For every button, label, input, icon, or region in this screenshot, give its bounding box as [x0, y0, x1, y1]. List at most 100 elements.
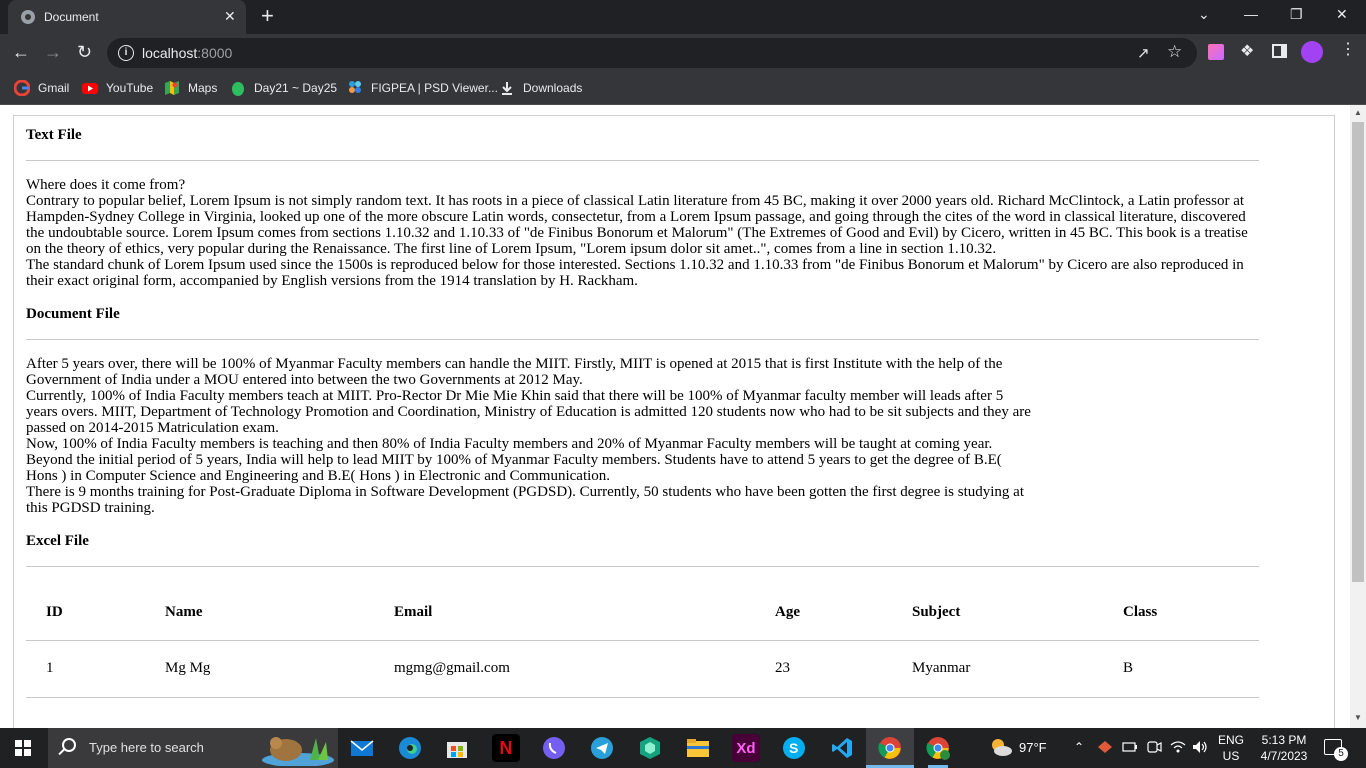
bookmark-label: Day21 ~ Day25	[254, 81, 338, 95]
table-cell	[145, 697, 374, 728]
divider	[26, 339, 1259, 340]
bookmark-downloads[interactable]: Downloads	[499, 79, 582, 97]
scroll-up-arrow-icon[interactable]: ▲	[1354, 108, 1362, 117]
language-code: ENG	[1217, 733, 1244, 747]
scroll-down-arrow-icon[interactable]: ▼	[1354, 713, 1362, 722]
adobe-xd-icon[interactable]: Xd	[732, 734, 760, 762]
shield-app-icon[interactable]	[636, 734, 664, 762]
document-file-paragraph: After 5 years over, there will be 100% o…	[26, 356, 1003, 388]
svg-text:S: S	[789, 740, 798, 756]
document-file-paragraph: Now, 100% of India Faculty members is te…	[26, 436, 1002, 484]
page-scrollbar[interactable]: ▲ ▼	[1350, 105, 1366, 728]
menu-icon[interactable]: ⋮	[1340, 42, 1356, 58]
bookmark-label: YouTube	[106, 81, 154, 95]
share-icon[interactable]: ↗	[1137, 44, 1150, 62]
url-text: localhost:8000	[142, 45, 233, 61]
meet-now-icon[interactable]	[1146, 740, 1162, 757]
language-indicator[interactable]: ENG US	[1216, 732, 1246, 764]
section-heading-excel-file: Excel File	[26, 533, 89, 549]
profile-avatar[interactable]	[1301, 41, 1323, 63]
table-cell: B	[1103, 640, 1259, 698]
notification-center-icon[interactable]: 5	[1324, 739, 1348, 761]
divider	[26, 566, 1259, 567]
tab-title: Document	[44, 10, 99, 24]
globe-icon	[21, 10, 35, 24]
notification-count-badge: 5	[1334, 747, 1348, 761]
vscode-icon[interactable]	[828, 734, 856, 762]
clock-time: 5:13 PM	[1261, 733, 1307, 747]
windows-start-icon[interactable]	[15, 740, 31, 756]
new-tab-button[interactable]: +	[261, 5, 274, 27]
table-header-row: ID Name Email Age Subject Class	[26, 585, 1259, 641]
table-cell	[26, 697, 145, 728]
viber-icon[interactable]	[540, 734, 568, 762]
mail-icon[interactable]	[348, 734, 376, 762]
evernote-icon	[230, 80, 246, 96]
bookmark-figpea[interactable]: FIGPEA | PSD Viewer...	[347, 79, 498, 97]
telegram-icon[interactable]	[588, 734, 616, 762]
scrollbar-thumb[interactable]	[1352, 122, 1364, 582]
windows-taskbar: Type here to search N Xd S 97°F ⌃ ENG US…	[0, 728, 1366, 768]
reload-button[interactable]: ↻	[77, 42, 92, 62]
weather-icon[interactable]	[988, 736, 1014, 761]
battery-icon[interactable]	[1122, 740, 1138, 757]
document-file-paragraph: Currently, 100% of India Faculty members…	[26, 388, 1031, 436]
tab-close-button[interactable]: ✕	[224, 8, 236, 24]
netflix-icon[interactable]: N	[492, 734, 520, 762]
close-window-button[interactable]: ✕	[1336, 6, 1348, 23]
site-info-icon[interactable]: i	[118, 45, 134, 61]
text-file-paragraph: Where does it come from?	[26, 177, 186, 193]
table-cell	[1103, 697, 1259, 728]
chrome-icon[interactable]	[876, 734, 904, 762]
edge-icon[interactable]	[396, 734, 424, 762]
column-header-class: Class	[1103, 585, 1259, 641]
puzzle-icon[interactable]: ❖	[1240, 41, 1254, 61]
weather-temperature[interactable]: 97°F	[1019, 740, 1047, 755]
bookmark-youtube[interactable]: YouTube	[82, 79, 153, 97]
search-highlight-illustration	[262, 737, 334, 766]
divider	[26, 160, 1259, 161]
skype-icon[interactable]: S	[780, 734, 808, 762]
tab-search-button[interactable]: ⌄	[1198, 6, 1210, 23]
bookmark-label: Maps	[188, 81, 218, 95]
browser-tab[interactable]: Document ✕	[8, 0, 246, 34]
table-cell	[755, 697, 892, 728]
browser-tabstrip: Document ✕ + ⌄ — ❐ ✕	[0, 0, 1366, 34]
download-icon	[499, 80, 515, 96]
microsoft-store-icon[interactable]	[443, 734, 471, 762]
chrome-profile-icon[interactable]	[924, 734, 952, 762]
bookmark-day21[interactable]: Day21 ~ Day25	[230, 79, 337, 97]
bookmark-label: FIGPEA | PSD Viewer...	[371, 81, 498, 95]
forward-button[interactable]: →	[44, 42, 62, 62]
back-button[interactable]: ←	[12, 42, 30, 62]
file-explorer-icon[interactable]	[684, 734, 712, 762]
side-panel-icon[interactable]	[1272, 44, 1287, 58]
maps-icon	[164, 80, 180, 96]
minimize-button[interactable]: —	[1244, 6, 1258, 22]
google-icon	[13, 79, 31, 97]
extension-icon[interactable]	[1208, 44, 1224, 60]
column-header-id: ID	[26, 585, 145, 641]
table-row: 1 Mg Mg mgmg@gmail.com 23 Myanmar B	[26, 640, 1259, 698]
column-header-subject: Subject	[892, 585, 1103, 641]
document-file-paragraph: There is 9 months training for Post-Grad…	[26, 484, 1024, 516]
address-bar[interactable]: i localhost:8000 ↗ ☆	[107, 38, 1197, 68]
volume-icon[interactable]	[1192, 740, 1208, 757]
table-cell: Mg Mg	[145, 640, 374, 698]
excel-table: ID Name Email Age Subject Class 1 Mg Mg …	[26, 585, 1259, 728]
page-viewport: Text File Where does it come from? Contr…	[0, 105, 1350, 728]
bookmark-maps[interactable]: Maps	[164, 79, 217, 97]
system-clock[interactable]: 5:13 PM 4/7/2023	[1252, 732, 1316, 764]
taskbar-search-box[interactable]: Type here to search	[48, 728, 338, 768]
section-heading-document-file: Document File	[26, 306, 120, 322]
browser-toolbar: ← → ↻ i localhost:8000 ↗ ☆ ❖ ⋮	[0, 34, 1366, 72]
bookmark-star-icon[interactable]: ☆	[1167, 42, 1182, 62]
show-hidden-icons-icon[interactable]: ⌃	[1074, 740, 1084, 754]
search-placeholder: Type here to search	[89, 740, 204, 755]
wifi-icon[interactable]	[1170, 740, 1186, 757]
tray-app-icon[interactable]	[1097, 740, 1113, 757]
restore-button[interactable]: ❐	[1290, 6, 1303, 23]
table-cell	[892, 697, 1103, 728]
table-cell: 1	[26, 640, 145, 698]
bookmark-gmail[interactable]: Gmail	[13, 79, 69, 97]
